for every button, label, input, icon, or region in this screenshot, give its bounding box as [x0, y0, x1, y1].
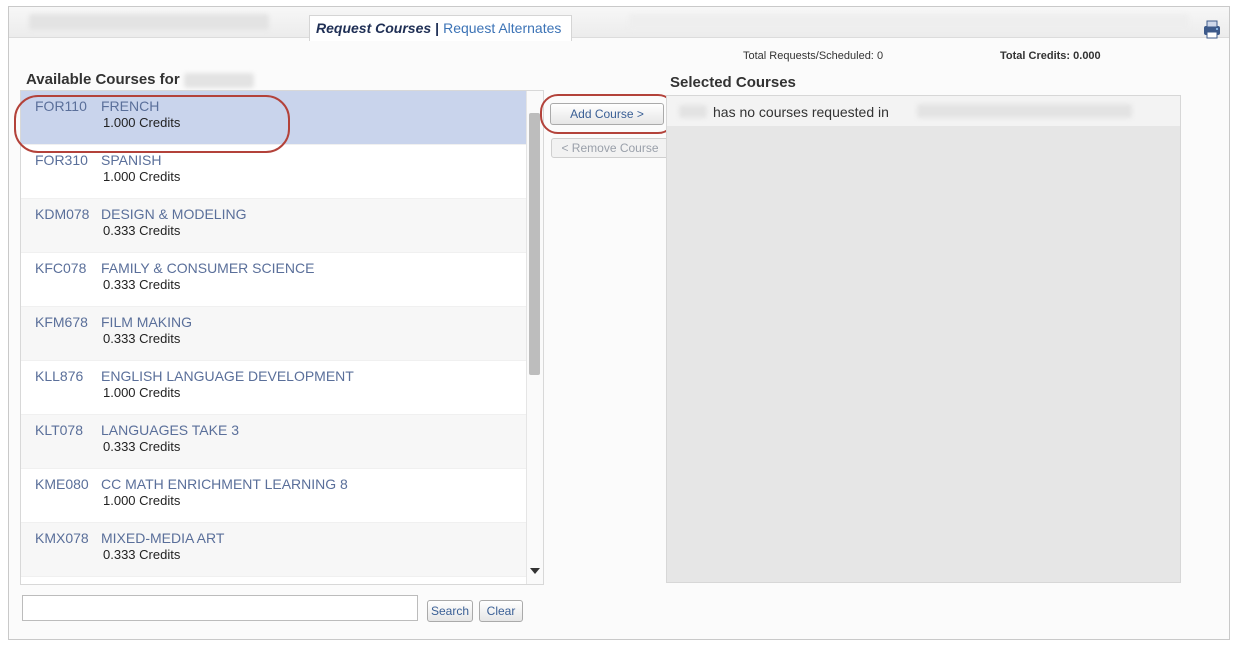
tab-strip: Request Courses | Request Alternates	[309, 15, 573, 41]
list-item[interactable]: KMX078 MIXED-MEDIA ART 0.333 Credits	[21, 523, 543, 577]
add-course-button[interactable]: Add Course >	[550, 103, 664, 125]
list-item[interactable]: FOR110 FRENCH 1.000 Credits	[21, 91, 543, 145]
selected-courses-panel: has no courses requested in	[666, 95, 1181, 583]
list-item[interactable]: KFM678 FILM MAKING 0.333 Credits	[21, 307, 543, 361]
course-name: LANGUAGES TAKE 3	[101, 422, 239, 438]
list-scrollbar[interactable]	[526, 91, 543, 584]
redacted-header-right	[629, 14, 1189, 30]
list-item[interactable]: KME080 CC MATH ENRICHMENT LEARNING 8 1.000…	[21, 469, 543, 523]
course-name: ENGLISH LANGUAGE DEVELOPMENT	[101, 368, 354, 384]
total-requests-label: Total Requests/Scheduled:	[743, 50, 874, 62]
course-title-row: KRA078AUTOMATION & ROBOTICS	[35, 584, 543, 585]
course-name: MIXED-MEDIA ART	[101, 530, 225, 546]
course-title-row: KMX078 MIXED-MEDIA ART	[35, 530, 543, 546]
no-courses-message: has no courses requested in	[713, 104, 889, 120]
course-credits: 0.333 Credits	[103, 277, 181, 292]
total-credits-value: 0.000	[1073, 50, 1101, 62]
course-code: KFC078	[35, 260, 87, 276]
search-button[interactable]: Search	[427, 600, 473, 622]
available-courses-label: Available Courses for	[26, 71, 180, 88]
search-input[interactable]	[22, 595, 418, 621]
course-code: FOR110	[35, 98, 87, 114]
course-title-row: KME080 CC MATH ENRICHMENT LEARNING 8	[35, 476, 543, 492]
course-credits: 0.333 Credits	[103, 331, 181, 346]
selected-courses-title: Selected Courses	[670, 74, 796, 91]
course-name: FRENCH	[101, 98, 160, 114]
tab-request-alternates[interactable]: Request Alternates	[443, 20, 561, 36]
course-credits: 1.000 Credits	[103, 115, 181, 130]
list-item[interactable]: KLL876 ENGLISH LANGUAGE DEVELOPMENT 1.000 …	[21, 361, 543, 415]
total-requests: Total Requests/Scheduled: 0	[743, 50, 883, 62]
course-title-row: KLL876 ENGLISH LANGUAGE DEVELOPMENT	[35, 368, 543, 384]
course-code: KDM078	[35, 206, 90, 222]
course-name: DESIGN & MODELING	[101, 206, 247, 222]
course-credits: 1.000 Credits	[103, 385, 181, 400]
redacted-student-name	[183, 72, 254, 88]
course-name: AUTOMATION & ROBOTICS	[101, 584, 283, 585]
course-title-row: KFM678 FILM MAKING	[35, 314, 543, 330]
redacted-header	[29, 14, 269, 30]
course-title-row: KLT078 LANGUAGES TAKE 3	[35, 422, 543, 438]
course-credits: 0.333 Credits	[103, 223, 181, 238]
top-bar	[9, 7, 1229, 38]
course-name: SPANISH	[101, 152, 162, 168]
course-credits: 1.000 Credits	[103, 169, 181, 184]
redacted-name	[679, 105, 707, 118]
tab-request-courses[interactable]: Request Courses	[316, 20, 431, 36]
list-item[interactable]: KDM078 DESIGN & MODELING 0.333 Credits	[21, 199, 543, 253]
course-title-row: KFC078 FAMILY & CONSUMER SCIENCE	[35, 260, 543, 276]
course-code: KFM678	[35, 314, 88, 330]
course-title-row: FOR310 SPANISH	[35, 152, 543, 168]
redacted-term	[917, 104, 1132, 118]
course-code: KME080	[35, 476, 89, 492]
selected-message-row: has no courses requested in	[667, 96, 1180, 126]
course-title-row: FOR110 FRENCH	[35, 98, 543, 114]
list-item[interactable]: KRA078AUTOMATION & ROBOTICS	[21, 577, 543, 585]
course-title-row: KDM078 DESIGN & MODELING	[35, 206, 543, 222]
course-code: KMX078	[35, 530, 89, 546]
course-code: KLL876	[35, 368, 84, 384]
course-name: CC MATH ENRICHMENT LEARNING 8	[101, 476, 348, 492]
course-code: KRA078	[35, 584, 101, 585]
printer-icon[interactable]	[1201, 19, 1223, 39]
list-item[interactable]: KFC078 FAMILY & CONSUMER SCIENCE 0.333 Cre…	[21, 253, 543, 307]
list-item[interactable]: FOR310 SPANISH 1.000 Credits	[21, 145, 543, 199]
course-credits: 0.333 Credits	[103, 439, 181, 454]
triangle-down-icon[interactable]	[530, 568, 540, 574]
course-name: FAMILY & CONSUMER SCIENCE	[101, 260, 315, 276]
available-courses-list[interactable]: FOR110 FRENCH 1.000 Credits FOR310 SPANISH 1.…	[20, 90, 544, 585]
remove-course-button[interactable]: < Remove Course	[551, 138, 669, 158]
total-credits-label: Total Credits:	[1000, 50, 1071, 62]
available-courses-title: Available Courses for	[26, 71, 254, 88]
list-item[interactable]: KLT078 LANGUAGES TAKE 3 0.333 Credits	[21, 415, 543, 469]
total-credits: Total Credits: 0.000	[1000, 50, 1101, 62]
scrollbar-thumb[interactable]	[529, 113, 540, 375]
course-name: FILM MAKING	[101, 314, 193, 330]
course-code: KLT078	[35, 422, 83, 438]
tab-separator: |	[435, 20, 440, 36]
course-code: FOR310	[35, 152, 88, 168]
clear-button[interactable]: Clear	[479, 600, 523, 622]
course-credits: 1.000 Credits	[103, 493, 181, 508]
total-requests-value: 0	[876, 50, 884, 62]
course-credits: 0.333 Credits	[103, 547, 181, 562]
